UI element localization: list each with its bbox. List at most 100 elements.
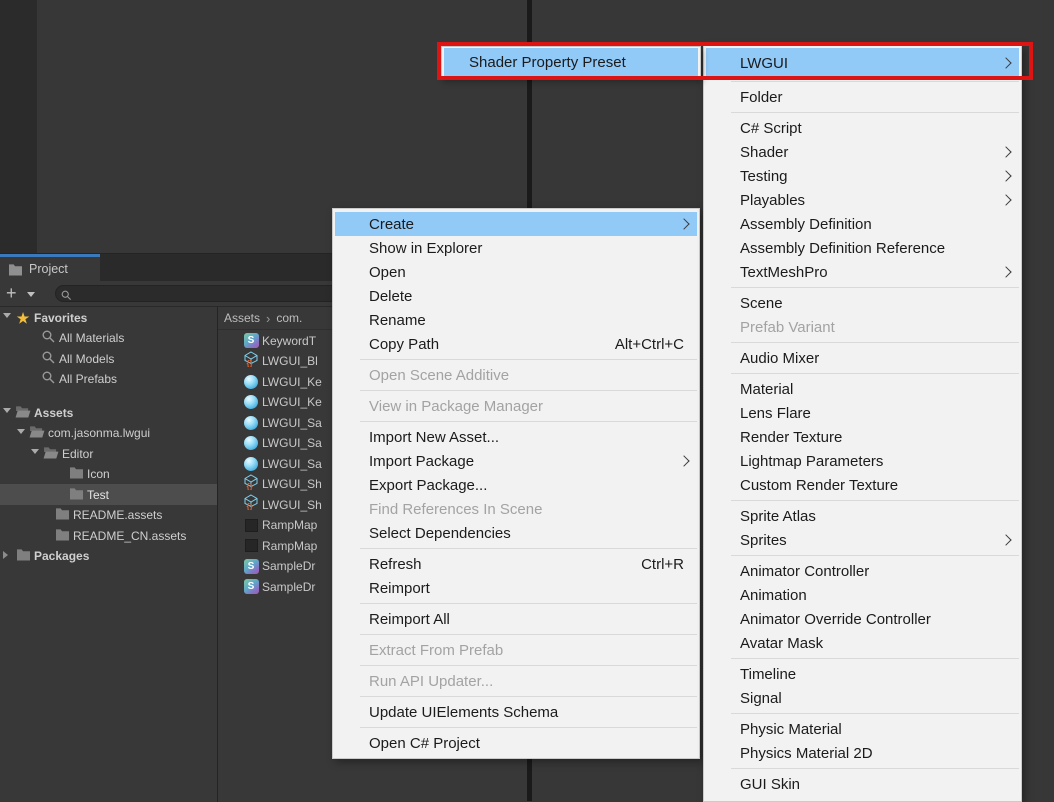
menu-item-lightmap-parameters[interactable]: Lightmap Parameters bbox=[704, 449, 1021, 473]
menu-item-assembly-definition[interactable]: Assembly Definition bbox=[704, 212, 1021, 236]
menu-item-rename[interactable]: Rename bbox=[333, 308, 699, 332]
menu-item-label: Reimport bbox=[369, 580, 430, 597]
material-icon bbox=[244, 436, 258, 450]
tree-item-editor[interactable]: Editor bbox=[0, 443, 217, 464]
menu-item-testing[interactable]: Testing bbox=[704, 164, 1021, 188]
expander-open-icon[interactable] bbox=[31, 449, 39, 454]
folder-icon bbox=[55, 507, 70, 523]
menu-item-audio-mixer[interactable]: Audio Mixer bbox=[704, 346, 1021, 370]
menu-item-avatar-mask[interactable]: Avatar Mask bbox=[704, 631, 1021, 655]
menu-item-custom-render-texture[interactable]: Custom Render Texture bbox=[704, 473, 1021, 497]
tree-item-all-prefabs[interactable]: All Prefabs bbox=[0, 369, 217, 390]
menu-item-copy-path[interactable]: Copy PathAlt+Ctrl+C bbox=[333, 332, 699, 356]
shader-icon: {} bbox=[243, 494, 259, 515]
menu-item-refresh[interactable]: RefreshCtrl+R bbox=[333, 552, 699, 576]
tree-item-favorites[interactable]: ★Favorites bbox=[0, 307, 217, 328]
create-asset-plus-button[interactable]: + bbox=[6, 282, 17, 304]
menu-item-shader[interactable]: Shader bbox=[704, 140, 1021, 164]
tree-item-all-materials[interactable]: All Materials bbox=[0, 328, 217, 349]
file-item-label: SampleDr bbox=[262, 559, 315, 573]
menu-item-scene[interactable]: Scene bbox=[704, 291, 1021, 315]
menu-separator bbox=[360, 727, 697, 728]
menu-item-open-c-project[interactable]: Open C# Project bbox=[333, 731, 699, 755]
menu-item-export-package[interactable]: Export Package... bbox=[333, 473, 699, 497]
file-item-label: LWGUI_Sa bbox=[262, 457, 322, 471]
menu-item-label: Shader bbox=[740, 144, 788, 161]
menu-item-signal[interactable]: Signal bbox=[704, 686, 1021, 710]
menu-separator bbox=[731, 713, 1019, 714]
tree-item-com-jasonma-lwgui[interactable]: com.jasonma.lwgui bbox=[0, 423, 217, 444]
menu-item-playables[interactable]: Playables bbox=[704, 188, 1021, 212]
menu-item-folder[interactable]: Folder bbox=[704, 85, 1021, 109]
menu-item-import-package[interactable]: Import Package bbox=[333, 449, 699, 473]
menu-item-label: Custom Render Texture bbox=[740, 477, 898, 494]
tree-item-readme-assets[interactable]: README.assets bbox=[0, 505, 217, 526]
menu-item-sprite-atlas[interactable]: Sprite Atlas bbox=[704, 504, 1021, 528]
menu-item-update-uielements-schema[interactable]: Update UIElements Schema bbox=[333, 700, 699, 724]
menu-item-render-texture[interactable]: Render Texture bbox=[704, 425, 1021, 449]
menu-item-label: Sprite Atlas bbox=[740, 508, 816, 525]
tab-project[interactable]: Project bbox=[0, 254, 100, 281]
menu-item-timeline[interactable]: Timeline bbox=[704, 662, 1021, 686]
menu-item-label: Testing bbox=[740, 168, 788, 185]
tree-item-readme-cn-assets[interactable]: README_CN.assets bbox=[0, 525, 217, 546]
material-icon bbox=[244, 375, 258, 389]
search-icon bbox=[42, 371, 55, 387]
menu-item-gui-skin[interactable]: GUI Skin bbox=[704, 772, 1021, 796]
tree-item-all-models[interactable]: All Models bbox=[0, 348, 217, 369]
menu-item-open[interactable]: Open bbox=[333, 260, 699, 284]
menu-item-material[interactable]: Material bbox=[704, 377, 1021, 401]
menu-item-create[interactable]: Create bbox=[333, 212, 699, 236]
tree-item-label: Assets bbox=[34, 406, 73, 420]
tree-item-icon[interactable]: Icon bbox=[0, 464, 217, 485]
menu-item-physic-material[interactable]: Physic Material bbox=[704, 717, 1021, 741]
menu-item-import-new-asset[interactable]: Import New Asset... bbox=[333, 425, 699, 449]
menu-item-lens-flare[interactable]: Lens Flare bbox=[704, 401, 1021, 425]
menu-item-animation[interactable]: Animation bbox=[704, 583, 1021, 607]
menu-item-delete[interactable]: Delete bbox=[333, 284, 699, 308]
menu-item-reimport[interactable]: Reimport bbox=[333, 576, 699, 600]
menu-item-label: Animation bbox=[740, 587, 807, 604]
breadcrumb-root[interactable]: Assets bbox=[224, 311, 260, 325]
menu-item-physics-material-2d[interactable]: Physics Material 2D bbox=[704, 741, 1021, 765]
menu-separator bbox=[360, 634, 697, 635]
menu-item-label: Lightmap Parameters bbox=[740, 453, 883, 470]
tree-item-label: Editor bbox=[62, 447, 93, 461]
menu-item-label: Playables bbox=[740, 192, 805, 209]
breadcrumb-current[interactable]: com. bbox=[276, 311, 302, 325]
tree-item-assets[interactable]: Assets bbox=[0, 402, 217, 423]
menu-item-textmeshpro[interactable]: TextMeshPro bbox=[704, 260, 1021, 284]
menu-item-label: Physic Material bbox=[740, 721, 842, 738]
menu-item-label: Scene bbox=[740, 295, 783, 312]
project-folder-tree: ★FavoritesAll MaterialsAll ModelsAll Pre… bbox=[0, 307, 217, 802]
menu-item-label: Prefab Variant bbox=[740, 319, 835, 336]
menu-item-c-script[interactable]: C# Script bbox=[704, 116, 1021, 140]
menu-item-select-dependencies[interactable]: Select Dependencies bbox=[333, 521, 699, 545]
file-item-label: LWGUI_Sa bbox=[262, 416, 322, 430]
expander-open-icon[interactable] bbox=[3, 408, 11, 413]
expander-closed-icon[interactable] bbox=[3, 551, 8, 559]
submenu-arrow-icon bbox=[678, 455, 689, 466]
file-item-label: LWGUI_Sa bbox=[262, 436, 322, 450]
menu-item-label: Delete bbox=[369, 288, 412, 305]
menu-item-show-in-explorer[interactable]: Show in Explorer bbox=[333, 236, 699, 260]
menu-item-animator-controller[interactable]: Animator Controller bbox=[704, 559, 1021, 583]
folder-open-icon bbox=[43, 446, 59, 462]
tree-item-packages[interactable]: Packages bbox=[0, 546, 217, 567]
menu-item-assembly-definition-reference[interactable]: Assembly Definition Reference bbox=[704, 236, 1021, 260]
menu-item-sprites[interactable]: Sprites bbox=[704, 528, 1021, 552]
create-submenu: LWGUIFolderC# ScriptShaderTestingPlayabl… bbox=[703, 45, 1022, 802]
expander-open-icon[interactable] bbox=[3, 313, 11, 318]
tree-item-test[interactable]: Test bbox=[0, 484, 217, 505]
menu-item-label: Assembly Definition Reference bbox=[740, 240, 945, 257]
menu-separator bbox=[360, 696, 697, 697]
menu-item-label: Create bbox=[369, 216, 414, 233]
menu-item-label: Update UIElements Schema bbox=[369, 704, 558, 721]
menu-item-animator-override-controller[interactable]: Animator Override Controller bbox=[704, 607, 1021, 631]
menu-separator bbox=[731, 768, 1019, 769]
menu-item-reimport-all[interactable]: Reimport All bbox=[333, 607, 699, 631]
chevron-down-icon[interactable] bbox=[27, 292, 35, 297]
expander-open-icon[interactable] bbox=[17, 429, 25, 434]
menu-item-label: Import Package bbox=[369, 453, 474, 470]
menu-item-custom-font[interactable]: Custom Font bbox=[704, 796, 1021, 802]
